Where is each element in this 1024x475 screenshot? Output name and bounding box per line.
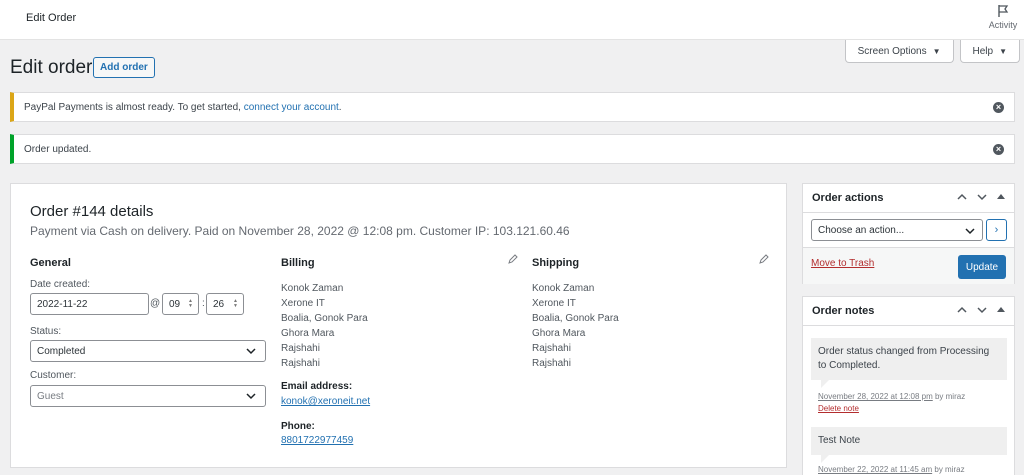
general-title: General bbox=[30, 257, 71, 269]
delete-note-link[interactable]: Delete note bbox=[818, 404, 859, 413]
help-label: Help bbox=[972, 45, 994, 57]
help-button[interactable]: Help ▼ bbox=[959, 40, 1020, 63]
hour-input[interactable]: 09 ▲ ▼ bbox=[162, 293, 199, 315]
time-separator: : bbox=[202, 298, 205, 309]
note-date: November 28, 2022 at 12:08 pm bbox=[818, 392, 933, 401]
customer-value: Guest bbox=[37, 390, 64, 402]
top-bar: Edit Order Activity bbox=[0, 0, 1024, 40]
flag-icon bbox=[998, 5, 1009, 17]
order-action-select[interactable]: Choose an action... bbox=[811, 219, 983, 241]
billing-title: Billing bbox=[281, 257, 315, 269]
edit-billing-pencil-icon[interactable] bbox=[508, 254, 518, 264]
billing-address: Konok Zaman Xerone IT Boalia, Gonok Para… bbox=[281, 281, 368, 371]
caret-down-icon: ▼ bbox=[999, 46, 1007, 56]
customer-label: Customer: bbox=[30, 370, 77, 381]
order-notes-title: Order notes bbox=[812, 305, 875, 317]
order-action-value: Choose an action... bbox=[818, 224, 905, 236]
move-up-icon[interactable] bbox=[956, 191, 968, 203]
phone-label: Phone: bbox=[281, 421, 315, 432]
top-bar-title: Edit Order bbox=[26, 12, 77, 24]
dismiss-icon[interactable]: × bbox=[993, 102, 1004, 113]
connect-account-link[interactable]: connect your account bbox=[244, 102, 339, 113]
email-label: Email address: bbox=[281, 381, 353, 392]
panel-controls bbox=[956, 304, 1006, 316]
screen-meta-links: Screen Options ▼ Help ▼ bbox=[844, 40, 1020, 63]
edit-shipping-pencil-icon[interactable] bbox=[759, 254, 769, 264]
chevron-down-icon bbox=[246, 348, 256, 355]
order-details-panel: Order #144 details Payment via Cash on d… bbox=[10, 183, 787, 468]
shipping-line: Boalia, Gonok Para bbox=[532, 313, 619, 324]
shipping-line: Rajshahi bbox=[532, 343, 571, 354]
caret-down-icon: ▼ bbox=[932, 46, 941, 56]
billing-phone-link[interactable]: 8801722977459 bbox=[281, 435, 353, 446]
billing-line: Ghora Mara bbox=[281, 328, 335, 339]
paypal-notice-end: . bbox=[338, 101, 342, 113]
shipping-line: Xerone IT bbox=[532, 298, 576, 309]
screen-options-button[interactable]: Screen Options ▼ bbox=[844, 40, 954, 63]
spinner-icon[interactable]: ▲ ▼ bbox=[188, 299, 195, 310]
note-date: November 22, 2022 at 11:45 am bbox=[818, 465, 933, 474]
note-content: Order status changed from Processing to … bbox=[811, 338, 1007, 388]
customer-select[interactable]: Guest bbox=[30, 385, 266, 407]
activity-button[interactable]: Activity bbox=[986, 2, 1020, 30]
status-value: Completed bbox=[37, 345, 86, 357]
chevron-down-icon bbox=[965, 228, 975, 235]
note-meta: November 22, 2022 at 11:45 am by miraz bbox=[818, 465, 965, 474]
order-actions-panel: Order actions Choose an action... › Move… bbox=[802, 183, 1015, 284]
minute-input[interactable]: 26 ▲ ▼ bbox=[206, 293, 244, 315]
billing-line: Xerone IT bbox=[281, 298, 325, 309]
screen-options-label: Screen Options bbox=[857, 45, 927, 57]
hour-value: 09 bbox=[169, 298, 181, 310]
shipping-line: Rajshahi bbox=[532, 358, 571, 369]
dismiss-icon[interactable]: × bbox=[993, 144, 1004, 155]
order-actions-title: Order actions bbox=[812, 192, 884, 204]
order-updated-notice: Order updated. × bbox=[10, 134, 1015, 164]
spinner-icon[interactable]: ▲ ▼ bbox=[233, 299, 240, 310]
note-author: by miraz bbox=[932, 465, 965, 474]
chevron-down-icon bbox=[246, 393, 256, 400]
order-actions-footer: Move to Trash Update bbox=[803, 247, 1014, 284]
minute-value: 26 bbox=[213, 298, 225, 310]
update-button[interactable]: Update bbox=[958, 255, 1006, 279]
note-author: by miraz bbox=[932, 392, 966, 401]
shipping-line: Konok Zaman bbox=[532, 283, 595, 294]
move-down-icon[interactable] bbox=[976, 304, 988, 316]
billing-line: Konok Zaman bbox=[281, 283, 344, 294]
order-notes-panel: Order notes Order status changed from Pr… bbox=[802, 296, 1015, 475]
collapse-toggle-icon[interactable] bbox=[996, 191, 1006, 203]
at-separator: @ bbox=[150, 298, 161, 309]
billing-line: Rajshahi bbox=[281, 358, 320, 369]
apply-action-button[interactable]: › bbox=[986, 219, 1007, 241]
activity-label: Activity bbox=[988, 20, 1018, 30]
collapse-toggle-icon[interactable] bbox=[996, 304, 1006, 316]
move-down-icon[interactable] bbox=[976, 191, 988, 203]
status-label: Status: bbox=[30, 326, 62, 337]
paypal-notice: PayPal Payments is almost ready. To get … bbox=[10, 92, 1015, 122]
shipping-address: Konok Zaman Xerone IT Boalia, Gonok Para… bbox=[532, 281, 619, 371]
order-payment-meta: Payment via Cash on delivery. Paid on No… bbox=[30, 224, 570, 238]
order-updated-text: Order updated. bbox=[24, 143, 92, 155]
panel-controls bbox=[956, 191, 1006, 203]
note-meta: November 28, 2022 at 12:08 pm by miraz bbox=[818, 392, 965, 401]
order-notes-header: Order notes bbox=[803, 297, 1014, 326]
order-actions-header: Order actions bbox=[803, 184, 1014, 213]
date-created-label: Date created: bbox=[30, 279, 91, 290]
move-up-icon[interactable] bbox=[956, 304, 968, 316]
shipping-line: Ghora Mara bbox=[532, 328, 586, 339]
order-heading: Order #144 details bbox=[30, 203, 154, 220]
billing-line: Boalia, Gonok Para bbox=[281, 313, 368, 324]
note-content: Test Note bbox=[811, 427, 1007, 463]
billing-email-link[interactable]: konok@xeroneit.net bbox=[281, 396, 370, 407]
shipping-title: Shipping bbox=[532, 257, 580, 269]
move-to-trash-link[interactable]: Move to Trash bbox=[811, 258, 874, 269]
status-select[interactable]: Completed bbox=[30, 340, 266, 362]
date-created-input[interactable]: 2022-11-22 bbox=[30, 293, 149, 315]
add-order-button[interactable]: Add order bbox=[93, 57, 155, 78]
page-title: Edit order bbox=[10, 57, 93, 78]
billing-line: Rajshahi bbox=[281, 343, 320, 354]
paypal-notice-text: PayPal Payments is almost ready. To get … bbox=[24, 101, 241, 113]
